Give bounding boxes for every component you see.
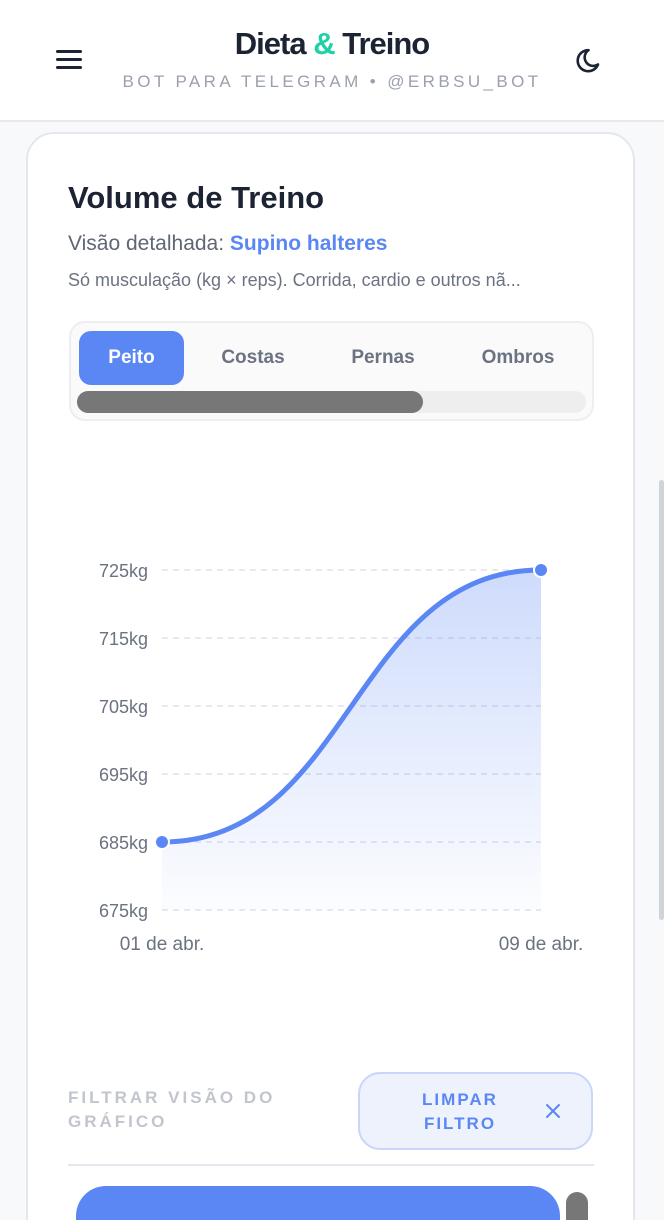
volume-chart: 725kg 715kg 705kg 695kg 685kg 675kg 01 de abr.…	[99, 561, 584, 955]
y-tick-label: 725kg	[99, 561, 148, 581]
x-tick-label: 09 de abr.	[499, 934, 584, 955]
y-tick-label: 685kg	[99, 833, 148, 853]
page-scrollbar[interactable]	[659, 480, 664, 920]
data-point[interactable]	[533, 562, 549, 578]
x-tick-label: 01 de abr.	[120, 934, 205, 955]
y-tick-label: 715kg	[99, 629, 148, 649]
y-tick-label: 675kg	[99, 901, 148, 921]
data-point[interactable]	[154, 834, 170, 850]
y-tick-label: 695kg	[99, 765, 148, 785]
y-tick-label: 705kg	[99, 697, 148, 717]
series-area	[162, 570, 541, 910]
